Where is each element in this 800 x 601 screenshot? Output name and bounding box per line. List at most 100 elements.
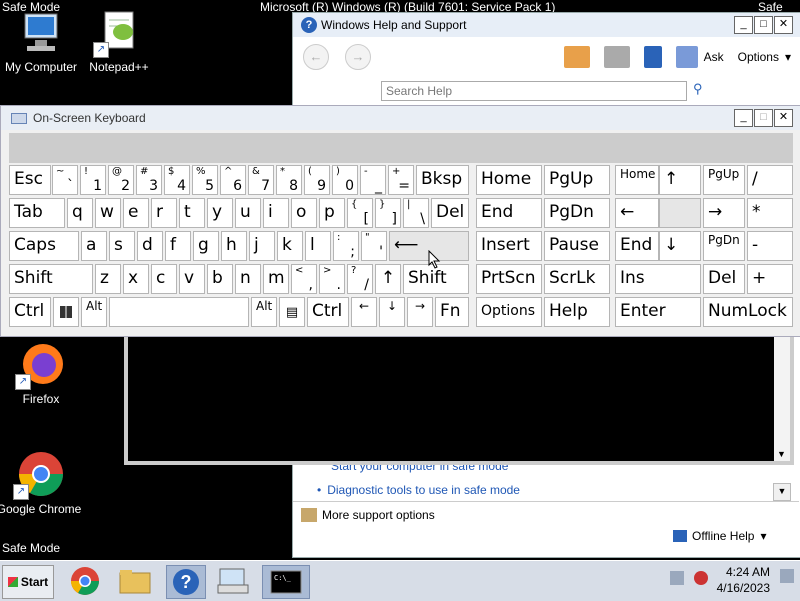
key-backspace[interactable]: Bksp	[416, 165, 469, 195]
key-numpad-8[interactable]: ↑	[659, 165, 701, 195]
key-e[interactable]: e	[123, 198, 149, 228]
key-2[interactable]: @2	[108, 165, 134, 195]
key-semicolon[interactable]: :;	[333, 231, 359, 261]
key-numpad-2[interactable]: ↓	[659, 231, 701, 261]
ask-icon[interactable]	[675, 46, 698, 68]
key-windows[interactable]	[53, 297, 79, 327]
key-right-arrow[interactable]: →	[407, 297, 433, 327]
key-b[interactable]: b	[207, 264, 233, 294]
key-quote[interactable]: " '	[361, 231, 387, 261]
desktop-icon-firefox[interactable]: ↗ Firefox	[0, 340, 86, 406]
key-n[interactable]: n	[235, 264, 261, 294]
search-input[interactable]: Search Help	[381, 81, 687, 101]
key-numpad-3[interactable]: PgDn	[703, 231, 745, 261]
key-8[interactable]: * 8	[276, 165, 302, 195]
key-w[interactable]: w	[95, 198, 121, 228]
key-p[interactable]: p	[319, 198, 345, 228]
network-icon[interactable]	[670, 571, 684, 585]
key-numpad-6[interactable]: →	[703, 198, 745, 228]
key-z[interactable]: z	[95, 264, 121, 294]
close-button[interactable]: ✕	[774, 16, 793, 34]
back-button[interactable]: ←	[303, 44, 329, 70]
key-6[interactable]: ^ 6	[220, 165, 246, 195]
key-tilde[interactable]: ~ `	[52, 165, 78, 195]
close-button[interactable]: ✕	[774, 109, 793, 127]
key-left-arrow[interactable]: ←	[351, 297, 377, 327]
key-y[interactable]: y	[207, 198, 233, 228]
key-shift-left[interactable]: Shift	[9, 264, 93, 294]
key-k[interactable]: k	[277, 231, 303, 261]
options-button[interactable]: Options	[738, 50, 779, 64]
help-link-2[interactable]: • Diagnostic tools to use in safe mode	[317, 483, 520, 497]
taskbar-help[interactable]: ?	[166, 565, 206, 599]
maximize-button[interactable]: □	[754, 109, 773, 127]
key-ctrl-right[interactable]: Ctrl	[307, 297, 349, 327]
key-4[interactable]: $4	[164, 165, 190, 195]
desktop-icon-notepadpp[interactable]: ↗ Notepad++	[74, 8, 164, 74]
search-icon[interactable]: ⚲	[693, 81, 703, 97]
key-backslash[interactable]: | \	[403, 198, 429, 228]
key-pgup[interactable]: PgUp	[544, 165, 610, 195]
key-numpad-4[interactable]: ←	[615, 198, 659, 228]
key-space[interactable]	[109, 297, 249, 327]
key-numpad-enter[interactable]: Enter	[615, 297, 701, 327]
key-period[interactable]: >.	[319, 264, 345, 294]
minimize-button[interactable]: _	[734, 16, 753, 34]
key-x[interactable]: x	[123, 264, 149, 294]
key-i[interactable]: i	[263, 198, 289, 228]
taskbar-cmd[interactable]: C:\_	[262, 565, 310, 599]
key-equals[interactable]: + =	[388, 165, 414, 195]
key-fn[interactable]: Fn	[435, 297, 469, 327]
key-1[interactable]: ! 1	[80, 165, 106, 195]
key-numpad-9[interactable]: PgUp	[703, 165, 745, 195]
key-scrlk[interactable]: ScrLk	[544, 264, 610, 294]
taskbar-explorer[interactable]	[116, 565, 154, 597]
volume-muted-icon[interactable]	[694, 571, 708, 585]
key-numpad-5[interactable]	[659, 198, 701, 228]
ask-button[interactable]: Ask	[704, 50, 724, 64]
key-numpad-1[interactable]: End	[615, 231, 659, 261]
key-9[interactable]: (9	[304, 165, 330, 195]
options-button[interactable]: Options	[476, 297, 542, 327]
key-l[interactable]: l	[305, 231, 331, 261]
taskbar-chrome[interactable]	[66, 565, 104, 597]
key-pgdn[interactable]: PgDn	[544, 198, 610, 228]
key-3[interactable]: #3	[136, 165, 162, 195]
osk-titlebar[interactable]: On-Screen Keyboard _ □ ✕	[1, 106, 800, 130]
key-numpad-divide[interactable]: /	[747, 165, 793, 195]
key-c[interactable]: c	[151, 264, 177, 294]
key-insert[interactable]: Insert	[476, 231, 542, 261]
key-f[interactable]: f	[165, 231, 191, 261]
key-s[interactable]: s	[109, 231, 135, 261]
key-numlock[interactable]: NumLock	[703, 297, 793, 327]
key-numpad-0[interactable]: Ins	[615, 264, 701, 294]
scroll-down-arrow-icon[interactable]: ▼	[777, 449, 786, 459]
print-icon[interactable]	[603, 46, 630, 68]
key-end[interactable]: End	[476, 198, 542, 228]
key-m[interactable]: m	[263, 264, 289, 294]
more-support-options[interactable]: More support options	[301, 508, 435, 522]
start-button[interactable]: Start	[2, 565, 54, 599]
key-comma[interactable]: <,	[291, 264, 317, 294]
key-esc[interactable]: Esc	[9, 165, 51, 195]
key-pause[interactable]: Pause	[544, 231, 610, 261]
offline-help-dropdown[interactable]: Offline Help ▾	[673, 529, 767, 543]
browse-help-icon[interactable]	[643, 46, 662, 68]
key-numpad-minus[interactable]: -	[747, 231, 793, 261]
key-5[interactable]: % 5	[192, 165, 218, 195]
key-d[interactable]: d	[137, 231, 163, 261]
key-u[interactable]: u	[235, 198, 261, 228]
key-right-bracket[interactable]: }]	[375, 198, 401, 228]
key-numpad-decimal[interactable]: Del	[703, 264, 745, 294]
key-a[interactable]: a	[81, 231, 107, 261]
minimize-button[interactable]: _	[734, 109, 753, 127]
key-j[interactable]: j	[249, 231, 275, 261]
key-home[interactable]: Home	[476, 165, 542, 195]
taskbar-osk[interactable]	[214, 565, 252, 597]
key-0[interactable]: ) 0	[332, 165, 358, 195]
forward-button[interactable]: →	[345, 44, 371, 70]
key-del[interactable]: Del	[431, 198, 469, 228]
key-caps[interactable]: Caps	[9, 231, 79, 261]
show-desktop-icon[interactable]	[780, 569, 794, 583]
key-prtscn[interactable]: PrtScn	[476, 264, 542, 294]
